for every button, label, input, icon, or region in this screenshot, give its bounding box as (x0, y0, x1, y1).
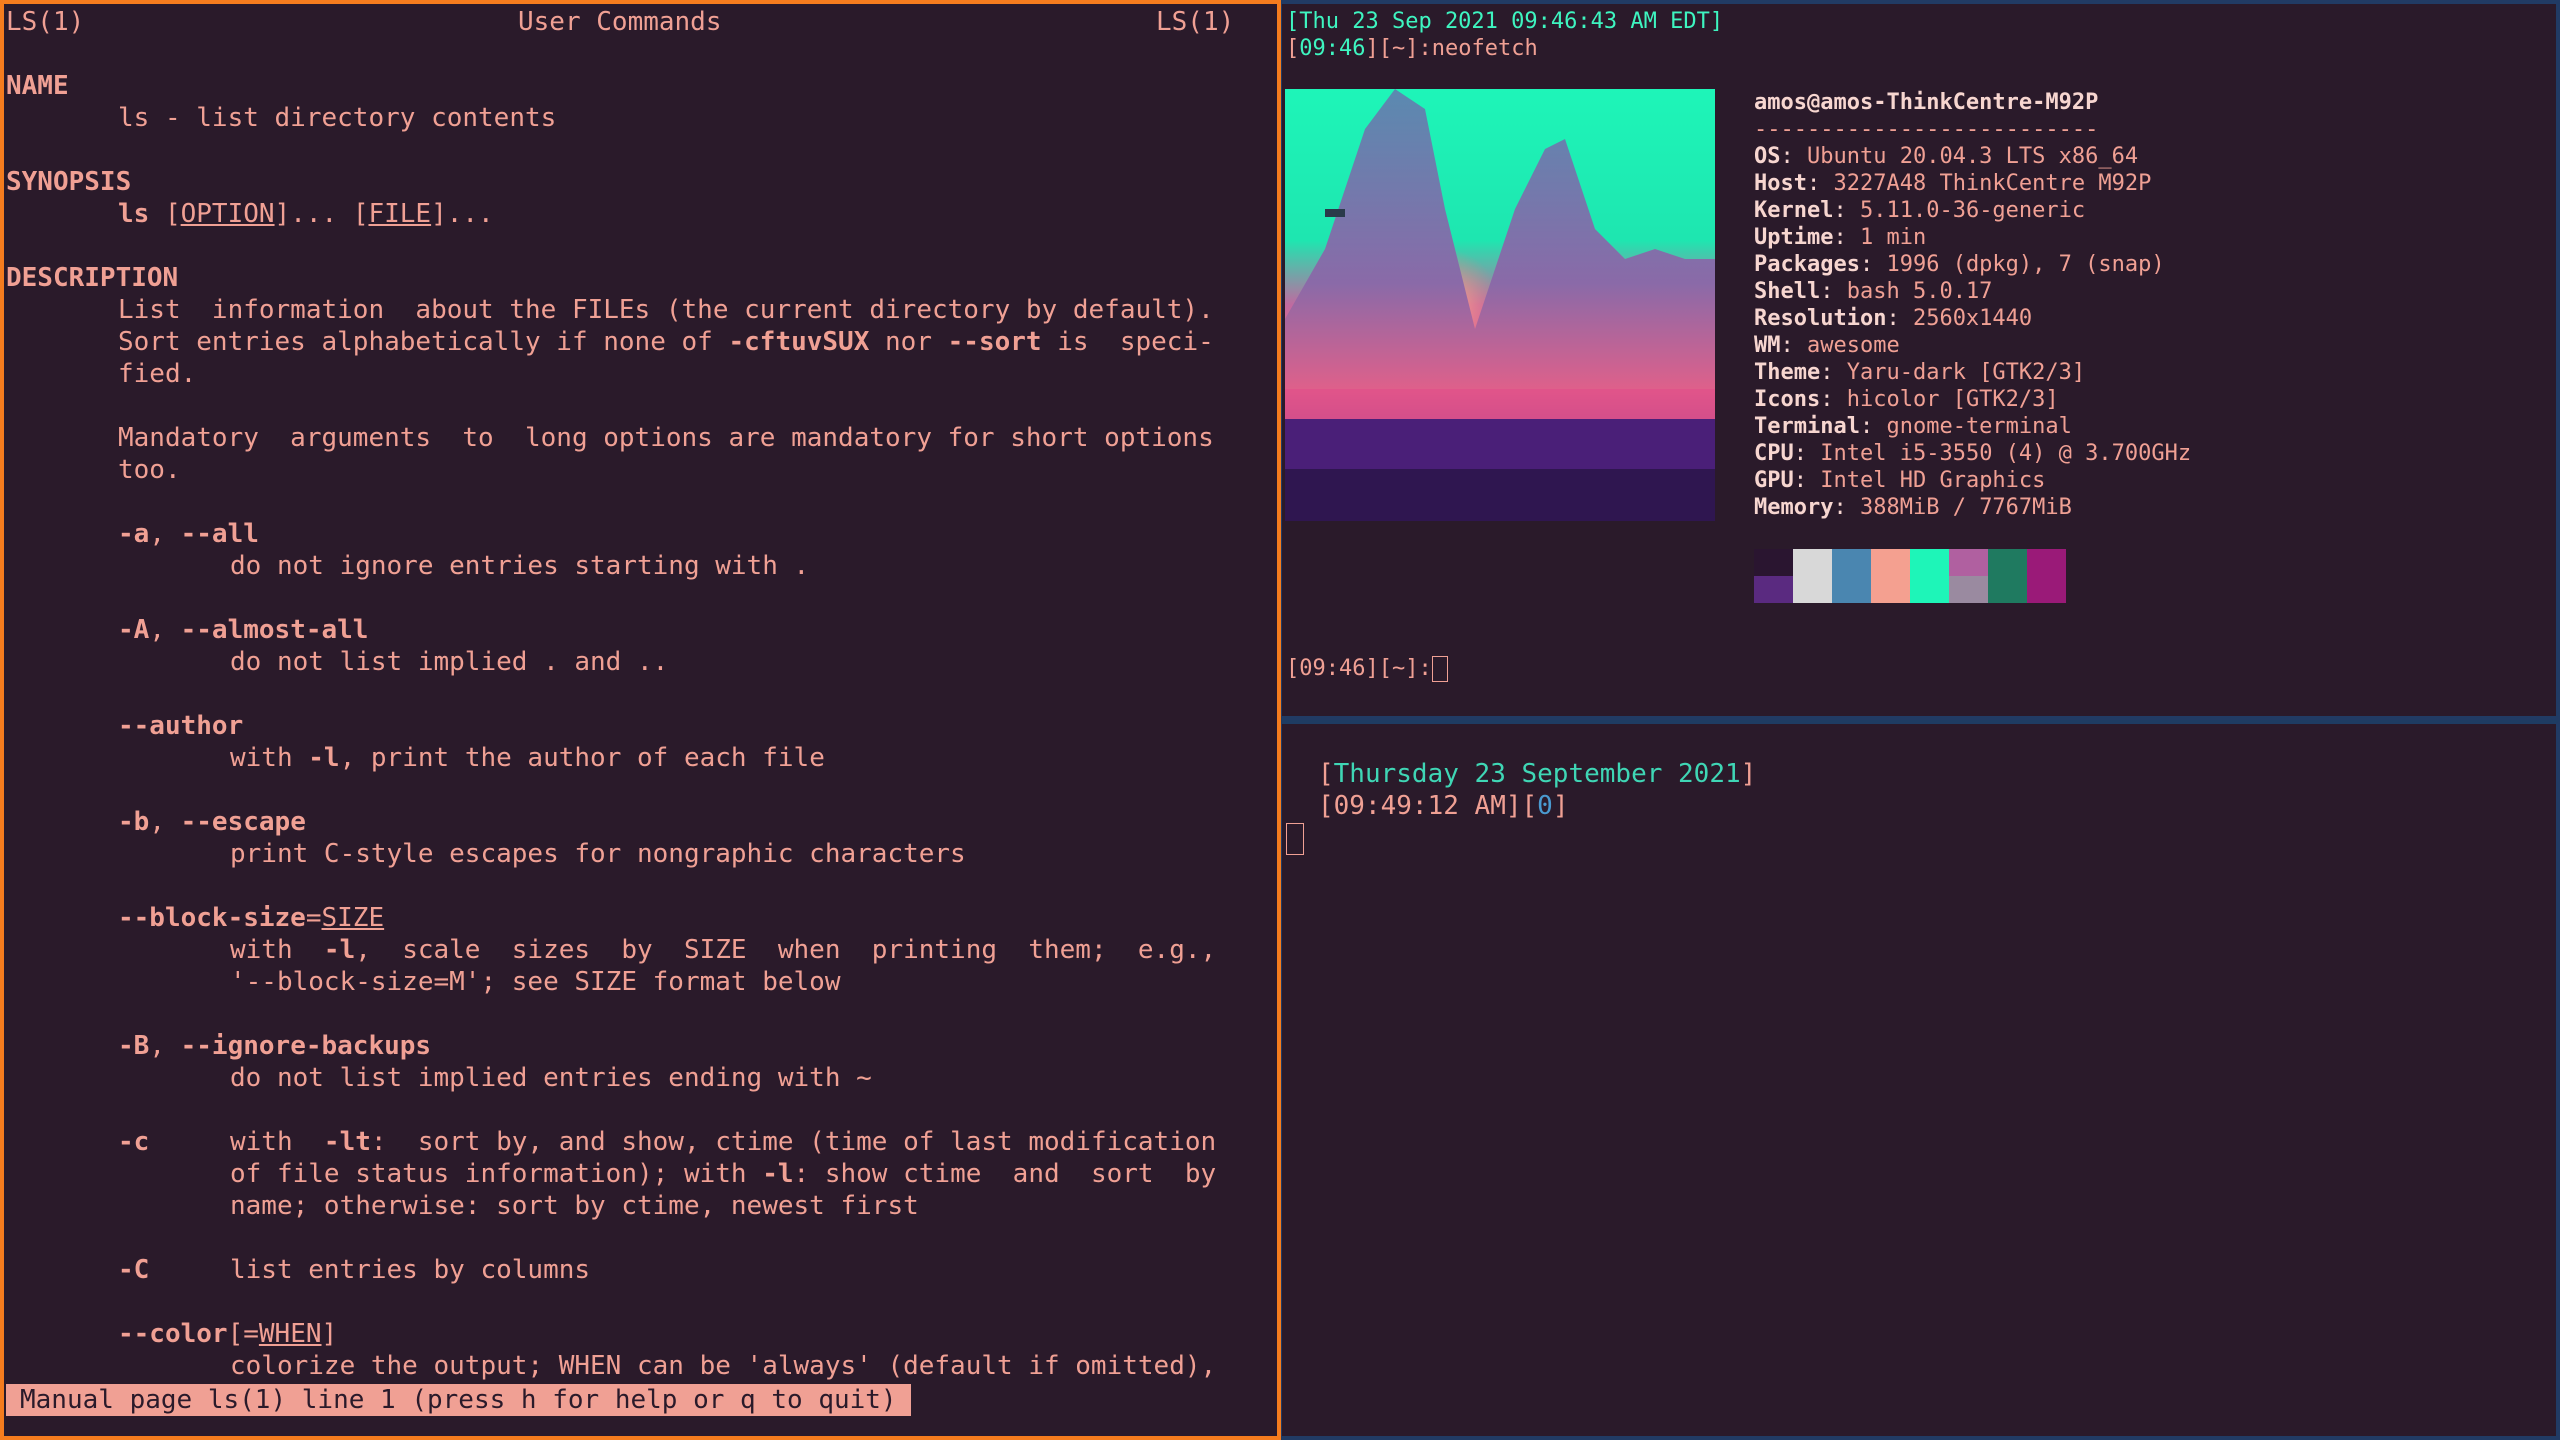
option-block-size: --block-size=SIZE (118, 903, 385, 933)
option-A-desc: do not list implied . and .. (230, 647, 669, 677)
neofetch-artwork-image (1285, 89, 1715, 521)
shell-prompt-2: [09:46][~]: (1286, 655, 1448, 682)
option-color: --color[=WHEN] (118, 1319, 338, 1349)
option-c-desc: of file status information); with -l: sh… (230, 1159, 1217, 1189)
option-block-size-desc: '--block-size=M'; see SIZE format below (230, 967, 841, 997)
sysinfo-cpu: CPU: Intel i5-3550 (4) @ 3.700GHz (1754, 441, 2192, 466)
sysinfo-os: OS: Ubuntu 20.04.3 LTS x86_64 (1754, 144, 2139, 169)
synopsis-file: FILE (368, 199, 432, 229)
option-a: -a, --all (118, 519, 259, 549)
palette-swatch (2027, 549, 2066, 576)
cursor (1431, 656, 1448, 682)
synopsis-line: ls [OPTION]... [FILE]... (118, 199, 494, 229)
synopsis-option: OPTION (180, 199, 275, 229)
palette-swatch (1754, 549, 1793, 576)
clock-terminal[interactable]: [Thursday 23 September 2021] [09:49:12 A… (1281, 720, 2560, 1440)
sysinfo-resolution: Resolution: 2560x1440 (1754, 306, 2033, 331)
date-line: [Thu 23 Sep 2021 09:46:43 AM EDT] (1286, 9, 1724, 34)
palette-swatch (1910, 576, 1949, 603)
option-author: --author (118, 711, 244, 741)
palette-swatch (1754, 576, 1793, 603)
man-page-terminal[interactable]: LS(1) User Commands LS(1) NAME ls - list… (0, 0, 1281, 1440)
palette-swatch (1949, 549, 1988, 576)
section-description: DESCRIPTION (6, 263, 179, 293)
option-c-desc: name; otherwise: sort by ctime, newest f… (230, 1191, 919, 1221)
sysinfo-terminal: Terminal: gnome-terminal (1754, 414, 2072, 439)
option-C: -C (118, 1255, 150, 1285)
sysinfo-host: Host: 3227A48 ThinkCentre M92P (1754, 171, 2152, 196)
option-b-desc: print C-style escapes for nongraphic cha… (230, 839, 966, 869)
sysinfo-wm: WM: awesome (1754, 333, 1900, 358)
sysinfo-shell: Shell: bash 5.0.17 (1754, 279, 1993, 304)
option-author-desc: with -l, print the author of each file (230, 743, 825, 773)
palette-swatch (1949, 576, 1988, 603)
sysinfo-uptime: Uptime: 1 min (1754, 225, 1927, 250)
man-header-left: LS(1) (6, 7, 85, 37)
name-description: ls - list directory contents (118, 103, 557, 133)
date-display: [Thursday 23 September 2021] (1318, 759, 1757, 789)
man-header-right: LS(1) (1156, 7, 1235, 37)
sysinfo-gpu: GPU: Intel HD Graphics (1754, 468, 2046, 493)
option-color-desc: colorize the output; WHEN can be 'always… (230, 1351, 1217, 1381)
shell-prompt: [09:46][~]:neofetch (1286, 36, 1538, 61)
sysinfo-kernel: Kernel: 5.11.0-36-generic (1754, 198, 2086, 223)
sysinfo-theme: Theme: Yaru-dark [GTK2/3] (1754, 360, 2086, 385)
palette-swatch (1832, 549, 1871, 576)
section-name: NAME (6, 71, 69, 101)
sysinfo-icons: Icons: hicolor [GTK2/3] (1754, 387, 2059, 412)
palette-swatch (1988, 576, 2027, 603)
desc-line: Mandatory arguments to long options are … (118, 423, 1214, 453)
sysinfo-memory: Memory: 388MiB / 7767MiB (1754, 495, 2072, 520)
palette-swatch (1988, 549, 2027, 576)
palette-swatch (1910, 549, 1949, 576)
palette-swatch (2027, 576, 2066, 603)
desc-line: List information about the FILEs (the cu… (118, 295, 1214, 325)
man-header-center: User Commands (518, 7, 722, 37)
sysinfo-packages: Packages: 1996 (dpkg), 7 (snap) (1754, 252, 2165, 277)
section-synopsis: SYNOPSIS (6, 167, 132, 197)
option-B: -B, --ignore-backups (118, 1031, 432, 1061)
synopsis-cmd: ls (118, 199, 150, 229)
desc-line: Sort entries alphabetically if none of -… (118, 327, 1214, 357)
option-A: -A, --almost-all (118, 615, 369, 645)
pager-status-bar: Manual page ls(1) line 1 (press h for he… (6, 1384, 911, 1416)
cursor (1286, 822, 1304, 855)
desc-line: too. (118, 455, 181, 485)
option-a-desc: do not ignore entries starting with . (230, 551, 810, 581)
palette-swatch (1871, 549, 1910, 576)
palette-swatch (1793, 576, 1832, 603)
option-block-size-desc: with -l, scale sizes by SIZE when printi… (230, 935, 1217, 965)
option-C-desc: list entries by columns (230, 1255, 591, 1285)
user-host-line: amos@amos-ThinkCentre-M92P (1754, 90, 2099, 115)
neofetch-terminal[interactable]: [Thu 23 Sep 2021 09:46:43 AM EDT] [09:46… (1281, 0, 2560, 720)
palette-swatch (1871, 576, 1910, 603)
desc-line: fied. (118, 359, 197, 389)
time-display: [09:49:12 AM][0] (1318, 791, 1569, 821)
option-c: -c (118, 1127, 150, 1157)
palette-swatch (1793, 549, 1832, 576)
option-B-desc: do not list implied entries ending with … (230, 1063, 872, 1093)
option-b: -b, --escape (118, 807, 306, 837)
palette-swatch (1832, 576, 1871, 603)
option-c-desc: with -lt: sort by, and show, ctime (time… (230, 1127, 1217, 1157)
separator: -------------------------- (1754, 117, 2099, 142)
